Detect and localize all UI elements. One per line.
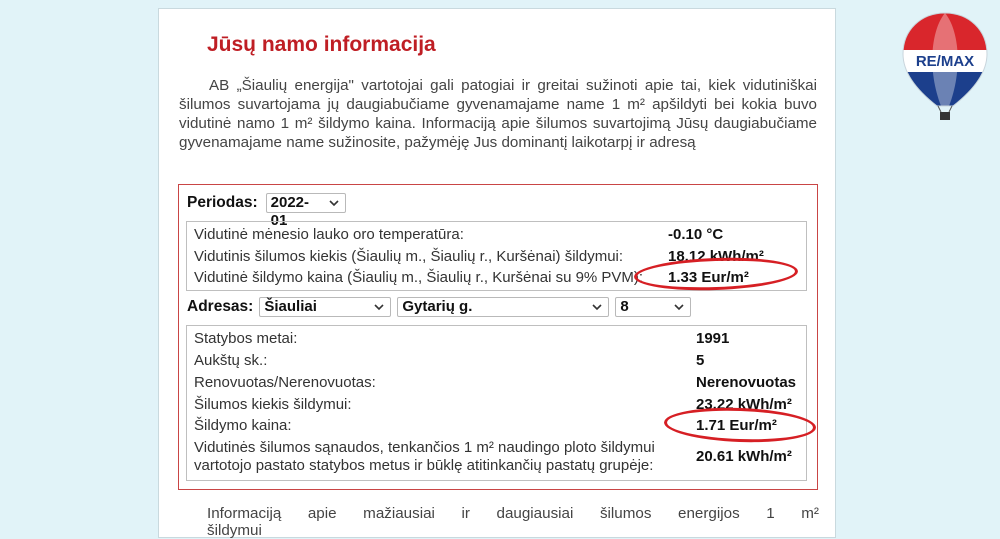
period-row: Periodas: 2022-01: [187, 193, 346, 229]
city-stat-label: Vidutinė šildymo kaina (Šiaulių m., Šiau…: [194, 269, 644, 286]
house-stat-label: Vidutinės šilumos sąnaudos, tenkančios 1…: [194, 439, 655, 456]
chevron-down-icon: [592, 304, 602, 311]
house-stat-label: Aukštų sk.:: [194, 352, 268, 369]
house-stat-value: 1991: [696, 330, 730, 347]
chevron-down-icon: [329, 200, 339, 207]
house-stat-label: Renovuotas/Nerenovuotas:: [194, 374, 376, 391]
logo-text: RE/MAX: [916, 53, 974, 70]
house-stat-value: 5: [696, 352, 705, 369]
info-box: Periodas: 2022-01 Vidutinė mėnesio lauko…: [178, 184, 818, 490]
house-stat-value: 20.61 kWh/m²: [696, 448, 792, 465]
city-stat-label: Vidutinė mėnesio lauko oro temperatūra:: [194, 226, 464, 243]
street-value: Gytarių g.: [402, 298, 473, 315]
house-stats-table: Statybos metai: 1991 Aukštų sk.: 5 Renov…: [186, 325, 807, 481]
page-title: Jūsų namo informacija: [207, 33, 436, 56]
house-stat-label-continued: vartotojo pastato statybos metus ir būkl…: [194, 457, 654, 474]
address-row: Adresas: Šiauliai Gytarių g. 8: [187, 297, 692, 317]
city-stat-label: Vidutinis šilumos kiekis (Šiaulių m., Ši…: [194, 248, 624, 265]
remax-balloon-logo: RE/MAX: [902, 12, 988, 120]
street-select[interactable]: Gytarių g.: [397, 297, 610, 317]
house-stat-label: Statybos metai:: [194, 330, 298, 347]
city-value: Šiauliai: [264, 298, 317, 315]
address-label: Adresas:: [187, 298, 254, 315]
period-label: Periodas:: [187, 194, 258, 211]
city-select[interactable]: Šiauliai: [259, 297, 392, 317]
trailing-paragraph: Informaciją apie mažiausiai ir daugiausi…: [207, 505, 819, 539]
house-stat-label: Šilumos kiekis šildymui:: [194, 396, 352, 413]
house-stat-value: Nerenovuotas: [696, 374, 797, 391]
chevron-down-icon: [674, 304, 684, 311]
intro-paragraph: AB „Šiaulių energija" vartotojai gali pa…: [179, 77, 817, 151]
chevron-down-icon: [374, 304, 384, 311]
city-stat-value: -0.10 °C: [668, 226, 724, 243]
house-number-select[interactable]: 8: [615, 297, 692, 317]
house-number-value: 8: [620, 298, 629, 315]
period-select[interactable]: 2022-01: [265, 193, 346, 229]
house-stat-label: Šildymo kaina:: [194, 417, 292, 434]
